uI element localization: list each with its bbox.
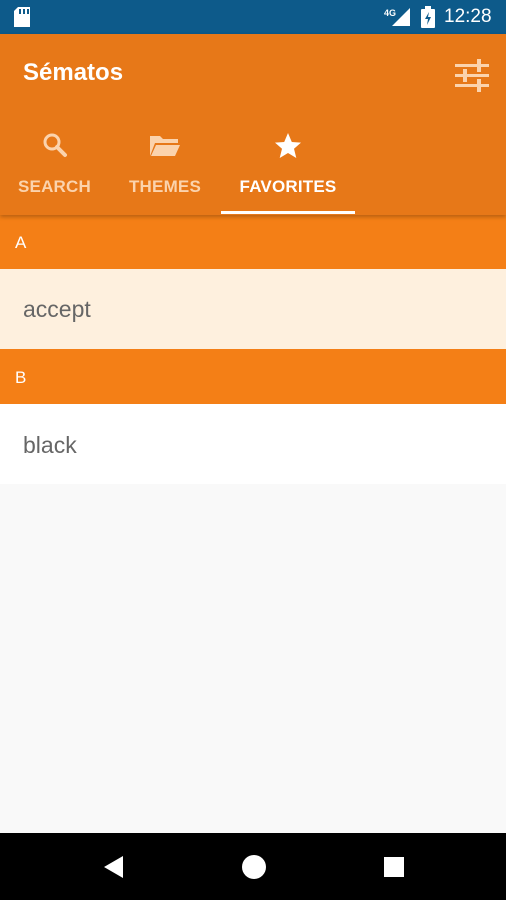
list-item-accept[interactable]: accept (0, 269, 506, 349)
status-time: 12:28 (444, 6, 492, 27)
sd-card-icon (14, 7, 30, 27)
navigation-bar (0, 833, 506, 900)
folder-icon (150, 136, 180, 156)
home-icon[interactable] (240, 853, 268, 881)
tab-themes-label: THEMES (128, 177, 202, 196)
status-bar: 4G 12:28 (0, 0, 506, 34)
active-tab-indicator (221, 211, 355, 214)
list-item-black[interactable]: black (0, 404, 506, 484)
star-icon (275, 133, 301, 158)
recents-icon[interactable] (380, 853, 408, 881)
tab-search[interactable]: SEARCH (0, 122, 109, 215)
section-header-a: A (0, 215, 506, 269)
app-bar: Sématos SEARCH THEMES FAVORITES (0, 34, 506, 215)
sliders-icon[interactable] (453, 56, 491, 94)
battery-icon (421, 6, 435, 28)
tab-favorites[interactable]: FAVORITES (221, 122, 355, 215)
list-item-label: black (23, 432, 77, 458)
list-item-label: accept (23, 296, 91, 322)
section-header-label: A (15, 233, 27, 252)
network-type-label: 4G (384, 8, 396, 18)
app-title: Sématos (23, 59, 124, 86)
tab-themes[interactable]: THEMES (111, 122, 219, 215)
tab-search-label: SEARCH (18, 177, 91, 196)
back-icon[interactable] (100, 853, 128, 881)
section-header-label: B (15, 368, 27, 387)
signal-icon: 4G (382, 6, 414, 28)
search-icon (43, 133, 67, 157)
section-header-b: B (0, 349, 506, 404)
tab-favorites-label: FAVORITES (239, 177, 337, 196)
